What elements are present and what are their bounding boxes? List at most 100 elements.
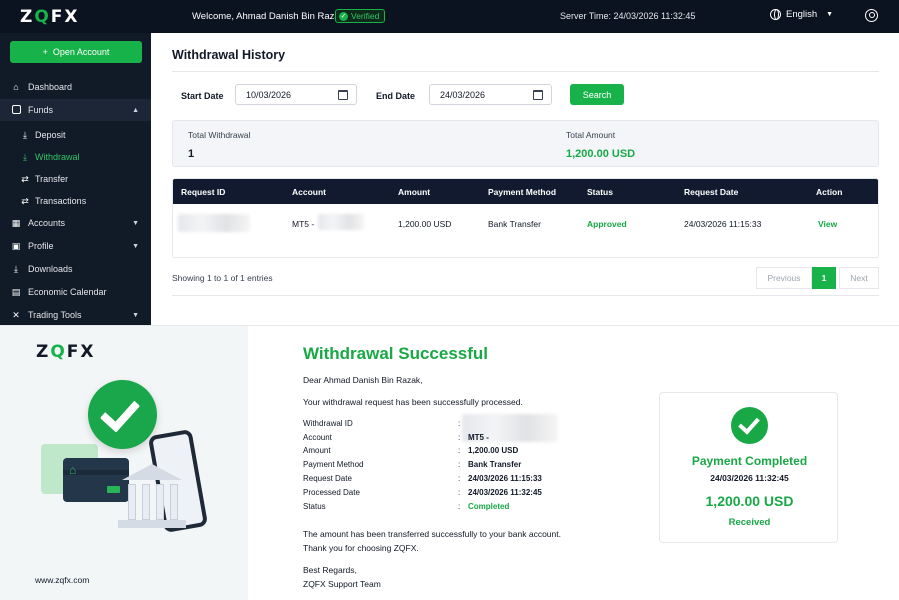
start-date-label: Start Date (181, 91, 224, 101)
check-icon (731, 407, 768, 444)
total-amount-label: Total Amount (566, 130, 616, 140)
logo: ZQFX (36, 342, 96, 362)
next-button[interactable]: Next (839, 267, 879, 289)
verified-badge: ✓ Verified (335, 9, 386, 23)
column-header: Amount (398, 187, 431, 197)
divider (172, 71, 879, 72)
logo[interactable]: ZQFX (20, 7, 80, 27)
amount-cell: 1,200.00 USD (398, 219, 452, 229)
status-label: Status (303, 502, 326, 511)
calendar-icon[interactable] (338, 90, 348, 100)
email-confirmation: ZQFX ⌂ www.zqfx.com Withdrawal Successfu… (0, 325, 899, 600)
processed-date-label: Processed Date (303, 488, 360, 497)
user-icon[interactable] (865, 9, 878, 22)
table-header: Request ID Account Amount Payment Method… (173, 179, 878, 204)
plus-icon: + (42, 47, 48, 57)
page-1-button[interactable]: 1 (812, 267, 836, 289)
transfer-icon: ⇄ (21, 174, 29, 184)
account-cell: MT5 - (292, 219, 315, 229)
download-icon: ⤓ (23, 152, 27, 162)
chevron-down-icon: ▼ (132, 219, 139, 227)
end-date-input[interactable]: 24/03/2026 (429, 84, 552, 105)
sidebar-item-accounts[interactable]: ▦ Accounts ▼ (0, 212, 151, 234)
chevron-down-icon: ▼ (132, 311, 139, 319)
search-button[interactable]: Search (570, 84, 624, 105)
divider (172, 295, 879, 296)
account-label: Account (303, 433, 332, 442)
view-link[interactable]: View (818, 219, 837, 229)
calendar-icon[interactable] (533, 90, 543, 100)
payment-title: Payment Completed (691, 454, 808, 468)
dashboard-icon: ⌂ (13, 82, 19, 92)
total-withdrawal-value: 1 (188, 148, 195, 160)
end-date-label: End Date (376, 91, 416, 101)
amount-label: Amount (303, 446, 331, 455)
main-panel: Withdrawal History Start Date 10/03/2026… (151, 33, 899, 325)
amount-value: 1,200.00 USD (468, 446, 519, 455)
thanks-note: Thank you for choosing ZQFX. (303, 543, 419, 553)
start-date-input[interactable]: 10/03/2026 (235, 84, 357, 105)
bank-building-icon (118, 464, 186, 532)
welcome-text: Welcome, Ahmad Danish Bin Razak (192, 11, 345, 22)
processed-date-value: 24/03/2026 11:32:45 (468, 488, 542, 497)
account-value: MT5 - (468, 433, 489, 442)
date-cell: 24/03/2026 11:15:33 (684, 219, 762, 229)
withdrawal-table: Request ID Account Amount Payment Method… (172, 178, 879, 258)
status-badge: Approved (587, 219, 627, 229)
open-account-button[interactable]: + Open Account (10, 41, 142, 63)
wallet-icon (11, 105, 21, 115)
chevron-up-icon: ▲ (132, 106, 139, 114)
column-header: Account (292, 187, 326, 197)
withdrawal-id-label: Withdrawal ID (303, 419, 353, 428)
payment-amount: 1,200.00 USD (705, 493, 794, 509)
sidebar-item-downloads[interactable]: ⤓ Downloads (0, 258, 151, 280)
status-value: Completed (468, 502, 510, 511)
email-illustration-panel: ZQFX ⌂ www.zqfx.com (0, 326, 248, 600)
sidebar-item-profile[interactable]: ▣ Profile ▼ (0, 235, 151, 257)
top-bar: ZQFX Welcome, Ahmad Danish Bin Razak ✓ V… (0, 0, 899, 33)
email-title: Withdrawal Successful (303, 344, 489, 363)
payment-date: 24/03/2026 11:32:45 (710, 473, 789, 483)
download-icon: ⤓ (14, 264, 18, 274)
team-signature: ZQFX Support Team (303, 579, 381, 589)
column-header: Payment Method (488, 187, 557, 197)
request-date-label: Request Date (303, 474, 352, 483)
website-link[interactable]: www.zqfx.com (35, 575, 89, 585)
summary-box: Total Withdrawal 1 Total Amount 1,200.00… (172, 120, 879, 167)
column-header: Request ID (181, 187, 226, 197)
total-withdrawal-label: Total Withdrawal (188, 130, 251, 140)
sidebar-item-funds[interactable]: Funds ▲ (0, 99, 151, 121)
sidebar-item-withdrawal[interactable]: ⤓ Withdrawal (0, 146, 151, 168)
sidebar: + Open Account ⌂ Dashboard Funds ▲ ⤓ Dep… (0, 33, 151, 325)
sidebar-item-economic-calendar[interactable]: ▤ Economic Calendar (0, 281, 151, 303)
payment-received: Received (728, 517, 771, 528)
success-check-icon (88, 380, 157, 449)
globe-icon (770, 9, 781, 20)
profile-icon: ▣ (11, 241, 21, 251)
download-icon: ⤓ (23, 130, 27, 140)
bank-icon: ⌂ (69, 463, 77, 477)
transfer-note: The amount has been transferred successf… (303, 529, 561, 539)
method-value: Bank Transfer (468, 460, 522, 469)
check-icon: ✓ (339, 11, 348, 21)
redacted-request-id (178, 214, 250, 232)
regards: Best Regards, (303, 565, 357, 575)
method-label: Payment Method (303, 460, 364, 469)
calendar-icon: ▤ (11, 287, 21, 297)
page-title: Withdrawal History (172, 48, 286, 62)
chevron-down-icon: ▼ (826, 11, 834, 18)
credit-card-icon: ⌂ (63, 458, 129, 502)
server-time: Server Time: 24/03/2026 11:32:45 (560, 11, 696, 21)
sidebar-item-trading-tools[interactable]: ✕ Trading Tools ▼ (0, 304, 151, 326)
sidebar-item-transfer[interactable]: ⇄ Transfer (0, 168, 151, 190)
language-selector[interactable]: English ▼ (770, 9, 833, 20)
intro-text: Your withdrawal request has been success… (303, 397, 523, 407)
method-cell: Bank Transfer (488, 219, 541, 229)
tools-icon: ✕ (12, 310, 20, 320)
previous-button[interactable]: Previous (756, 267, 812, 289)
total-amount-value: 1,200.00 USD (566, 148, 636, 160)
accounts-icon: ▦ (11, 218, 21, 228)
sidebar-item-transactions[interactable]: ⇄ Transactions (0, 190, 151, 212)
sidebar-item-dashboard[interactable]: ⌂ Dashboard (0, 76, 151, 98)
sidebar-item-deposit[interactable]: ⤓ Deposit (0, 124, 151, 146)
